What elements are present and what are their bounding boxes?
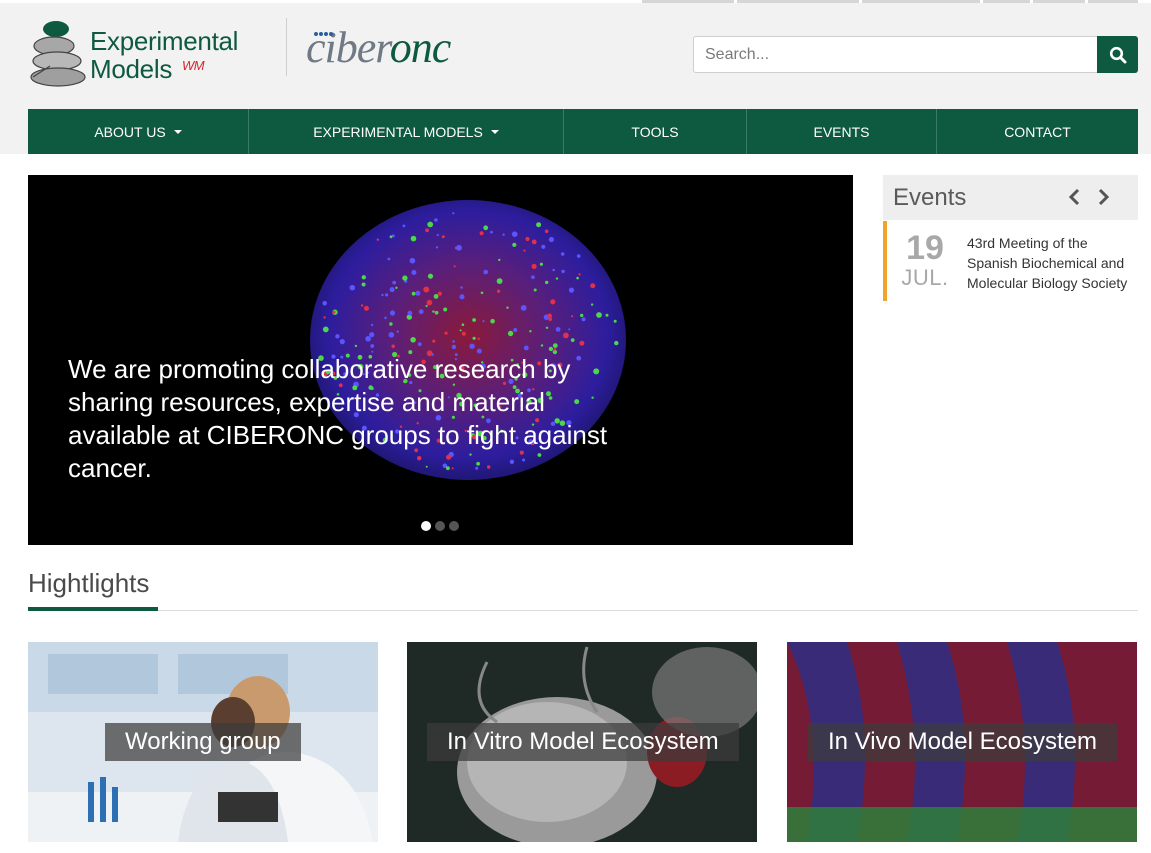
nav-contact[interactable]: CONTACT [937, 109, 1138, 154]
nav-experimental-models-label: EXPERIMENTAL MODELS [313, 123, 483, 140]
highlight-card-label: Working group [105, 723, 301, 761]
stacked-stones-icon [30, 21, 86, 87]
slider-dot-3[interactable] [449, 521, 459, 531]
logo-line-2: Models [90, 54, 173, 84]
highlight-card-label: In Vitro Model Ecosystem [427, 723, 739, 761]
highlight-card-working-group[interactable]: Working group [28, 642, 378, 842]
highlights-underline [28, 607, 158, 611]
events-header: Events [883, 175, 1138, 220]
nav-tools[interactable]: TOOLS [564, 109, 747, 154]
nav-about-us[interactable]: ABOUT US [28, 109, 249, 154]
slider-dots [421, 521, 459, 531]
nav-contact-label: CONTACT [1004, 123, 1071, 140]
nav-experimental-models[interactable]: EXPERIMENTAL MODELS [249, 109, 564, 154]
logo-line-1: Experimental [90, 26, 239, 56]
nav-events-label: EVENTS [813, 123, 870, 140]
highlight-card-in-vitro[interactable]: In Vitro Model Ecosystem [407, 642, 757, 842]
caret-down-icon [490, 130, 499, 134]
experimental-models-logo[interactable]: Experimental Models WM [28, 16, 253, 88]
events-title: Events [893, 184, 967, 211]
highlights-title: Hightlights [28, 568, 150, 598]
highlights-divider [28, 610, 1138, 611]
chevron-left-icon[interactable] [1068, 188, 1082, 206]
search-button[interactable] [1097, 36, 1138, 73]
caret-down-icon [173, 130, 182, 134]
nav-tools-label: TOOLS [631, 123, 679, 140]
events-panel: Events 19 JUL. 43rd Meeting of the Spani… [883, 175, 1138, 301]
event-day: 19 [906, 229, 944, 267]
ciberonc-dots-icon [314, 32, 333, 36]
highlight-card-in-vivo[interactable]: In Vivo Model Ecosystem [787, 642, 1137, 842]
event-title[interactable]: 43rd Meeting of the Spanish Biochemical … [967, 233, 1137, 293]
nav-events[interactable]: EVENTS [747, 109, 937, 154]
logo-separator [286, 18, 287, 76]
logo-wm-mark: WM [182, 58, 205, 73]
search-icon [1109, 46, 1126, 63]
ciberonc-suffix: onc [389, 23, 452, 72]
hero-caption: We are promoting collaborative research … [68, 354, 608, 483]
search-input[interactable] [693, 36, 1097, 73]
hero-slider[interactable]: We are promoting collaborative research … [28, 175, 853, 545]
slider-dot-1[interactable] [421, 521, 431, 531]
event-item[interactable]: 19 JUL. 43rd Meeting of the Spanish Bioc… [883, 221, 1138, 301]
event-month: JUL. [901, 265, 949, 290]
search-bar [693, 36, 1138, 73]
chevron-right-icon[interactable] [1096, 188, 1110, 206]
highlight-card-label: In Vivo Model Ecosystem [808, 723, 1118, 761]
main-nav: ABOUT US EXPERIMENTAL MODELS TOOLS EVENT… [28, 109, 1138, 154]
nav-about-us-label: ABOUT US [94, 123, 166, 140]
slider-dot-2[interactable] [435, 521, 445, 531]
